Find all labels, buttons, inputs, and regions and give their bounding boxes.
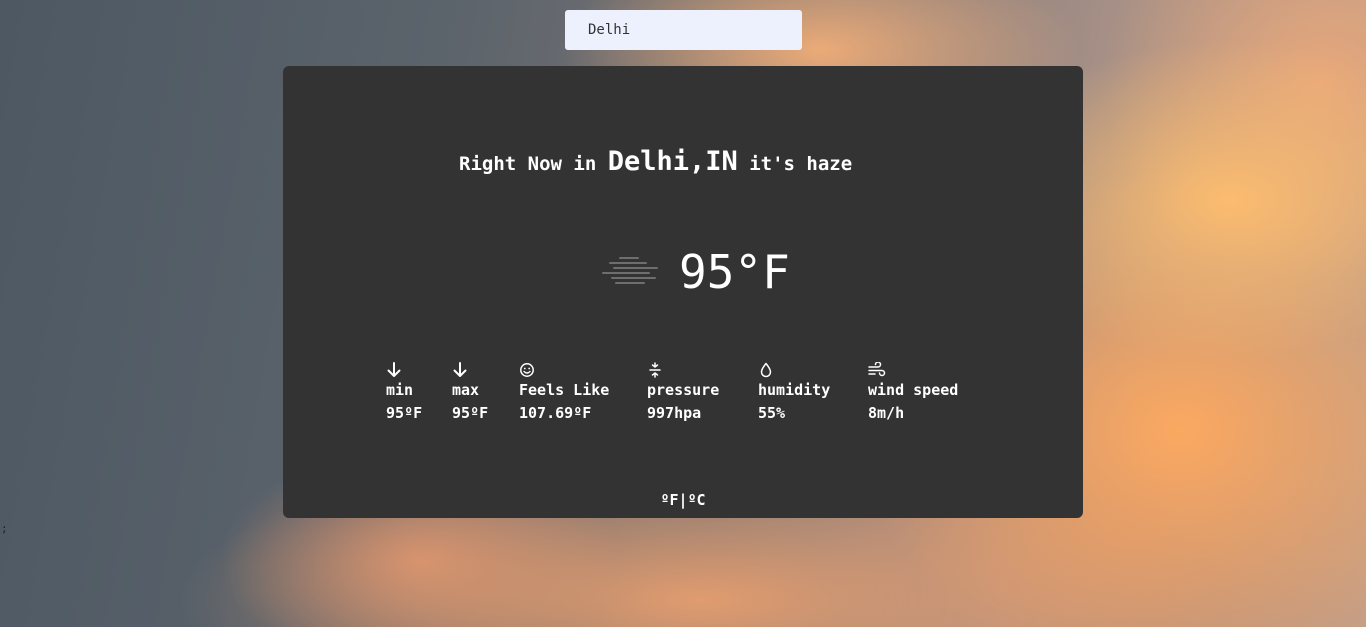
wind-icon	[868, 362, 886, 377]
haze-icon	[602, 257, 658, 284]
stat-value: 95ºF	[452, 404, 489, 422]
stat-label: Feels Like	[519, 381, 610, 399]
weather-card: Right Now in Delhi,IN it's haze 95°F min…	[283, 66, 1083, 518]
location-name: Delhi,IN	[607, 146, 738, 177]
stat-value: 107.69ºF	[519, 404, 592, 422]
temperature-value: 95°F	[679, 245, 790, 299]
unit-toggle: ºF|ºC	[283, 491, 1083, 509]
unit-separator: |	[678, 491, 688, 509]
headline-prefix: Right Now in	[459, 153, 608, 175]
headline-condition: it's haze	[737, 153, 853, 175]
droplet-icon	[760, 362, 772, 378]
celsius-toggle[interactable]: ºC	[688, 491, 706, 509]
fahrenheit-toggle[interactable]: ºF	[660, 491, 678, 509]
pressure-icon	[649, 362, 661, 378]
stat-label: max	[452, 381, 480, 399]
arrow-down-icon	[453, 362, 467, 377]
stat-value: 55%	[758, 404, 786, 422]
stat-value: 997hpa	[647, 404, 702, 422]
stat-label: pressure	[647, 381, 720, 399]
stray-text: ;	[1, 522, 8, 535]
stat-pressure: pressure 997hpa	[647, 360, 758, 422]
stat-wind-speed: wind speed 8m/h	[868, 360, 968, 422]
stat-feels-like: Feels Like 107.69ºF	[519, 360, 647, 422]
stat-label: humidity	[758, 381, 831, 399]
arrow-down-icon	[387, 362, 401, 377]
stat-min: min 95ºF	[386, 360, 452, 422]
smiley-icon	[520, 363, 534, 377]
stat-label: min	[386, 381, 414, 399]
weather-stats: min 95ºF max 95ºF Feels Like 107.69ºF pr…	[386, 360, 968, 422]
stat-humidity: humidity 55%	[758, 360, 868, 422]
weather-headline: Right Now in Delhi,IN it's haze	[459, 146, 852, 177]
city-search-input[interactable]	[565, 10, 802, 50]
current-conditions: 95°F	[601, 244, 790, 300]
stat-value: 95ºF	[386, 404, 423, 422]
stat-value: 8m/h	[868, 404, 905, 422]
stat-label: wind speed	[868, 381, 959, 399]
stat-max: max 95ºF	[452, 360, 519, 422]
